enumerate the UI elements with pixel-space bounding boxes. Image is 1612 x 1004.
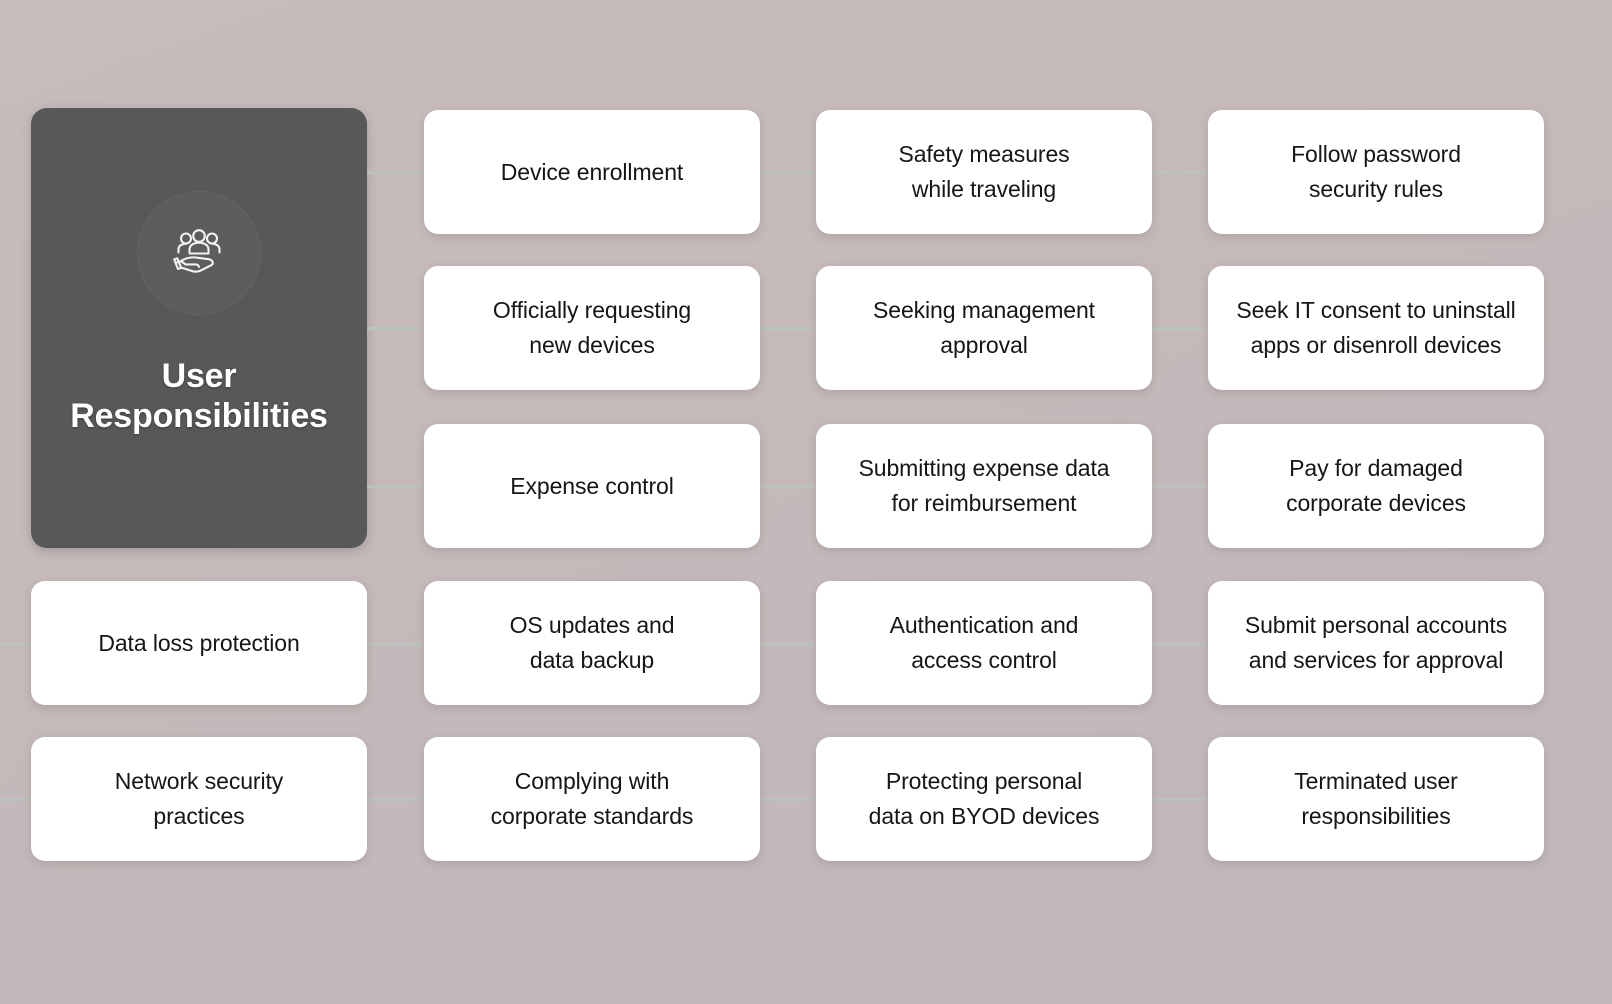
card-safety-measures[interactable]: Safety measures while traveling <box>816 110 1152 234</box>
card-password-rules[interactable]: Follow password security rules <box>1208 110 1544 234</box>
hub-title-line-2: Responsibilities <box>70 397 328 436</box>
card-os-updates-backup[interactable]: OS updates and data backup <box>424 581 760 705</box>
diagram-canvas: User Responsibilities Device enrollment S… <box>0 0 1612 1004</box>
card-authentication-access[interactable]: Authentication and access control <box>816 581 1152 705</box>
card-label: Safety measures while traveling <box>898 141 1070 202</box>
connector-line-protecting-byod-data <box>759 797 814 801</box>
card-label: Officially requesting new devices <box>492 297 692 358</box>
card-submitting-expense-data[interactable]: Submitting expense data for reimbursement <box>816 424 1152 548</box>
card-label: OS updates and data backup <box>509 612 675 673</box>
card-label: Terminated user responsibilities <box>1294 768 1458 829</box>
card-label: Network security practices <box>114 768 284 829</box>
card-label: Submitting expense data for reimbursement <box>858 455 1110 516</box>
card-device-enrollment[interactable]: Device enrollment <box>424 110 760 234</box>
connector-line-terminated-user <box>1151 797 1206 801</box>
card-network-security[interactable]: Network security practices <box>31 737 367 861</box>
card-label: Data loss protection <box>98 629 300 656</box>
card-label: Follow password security rules <box>1291 141 1461 202</box>
card-label: Authentication and access control <box>889 612 1079 673</box>
connector-line-authentication-access <box>759 641 814 645</box>
card-label: Protecting personal data on BYOD devices <box>868 768 1100 829</box>
connector-line-safety-measures <box>759 170 814 174</box>
card-data-loss-protection[interactable]: Data loss protection <box>31 581 367 705</box>
card-label: Submit personal accounts and services for… <box>1244 612 1508 673</box>
hub-title: User Responsibilities <box>49 356 349 436</box>
card-expense-control[interactable]: Expense control <box>424 424 760 548</box>
people-in-hand-icon <box>134 188 264 318</box>
connector-line-submit-personal-accounts <box>1151 641 1206 645</box>
connector-line-data-loss-protection <box>0 641 29 645</box>
card-label: Seeking management approval <box>873 297 1095 358</box>
connector-line-submitting-expense-data <box>759 484 814 488</box>
card-submit-personal-accounts[interactable]: Submit personal accounts and services for… <box>1208 581 1544 705</box>
card-label: Expense control <box>510 472 674 499</box>
card-label: Device enrollment <box>500 158 684 185</box>
connector-line-os-updates-backup <box>367 641 422 645</box>
card-label: Complying with corporate standards <box>490 768 694 829</box>
card-terminated-user[interactable]: Terminated user responsibilities <box>1208 737 1544 861</box>
connector-line-expense-control <box>367 484 422 488</box>
connector-line-password-rules <box>1151 170 1206 174</box>
hub-card-user-responsibilities[interactable]: User Responsibilities <box>31 108 367 548</box>
card-it-consent-uninstall[interactable]: Seek IT consent to uninstall apps or dise… <box>1208 266 1544 390</box>
card-management-approval[interactable]: Seeking management approval <box>816 266 1152 390</box>
connector-line-requesting-new-devices <box>367 326 422 330</box>
hub-title-line-1: User <box>161 357 237 395</box>
connector-line-corporate-standards <box>367 797 422 801</box>
card-protecting-byod-data[interactable]: Protecting personal data on BYOD devices <box>816 737 1152 861</box>
card-label: Pay for damaged corporate devices <box>1286 455 1466 516</box>
connector-line-network-security <box>0 797 29 801</box>
connector-line-device-enrollment <box>367 170 422 174</box>
card-requesting-new-devices[interactable]: Officially requesting new devices <box>424 266 760 390</box>
card-pay-damaged-devices[interactable]: Pay for damaged corporate devices <box>1208 424 1544 548</box>
card-label: Seek IT consent to uninstall apps or dise… <box>1236 297 1516 358</box>
card-corporate-standards[interactable]: Complying with corporate standards <box>424 737 760 861</box>
connector-line-it-consent-uninstall <box>1151 326 1206 330</box>
connector-line-pay-damaged-devices <box>1151 484 1206 488</box>
connector-line-management-approval <box>759 326 814 330</box>
